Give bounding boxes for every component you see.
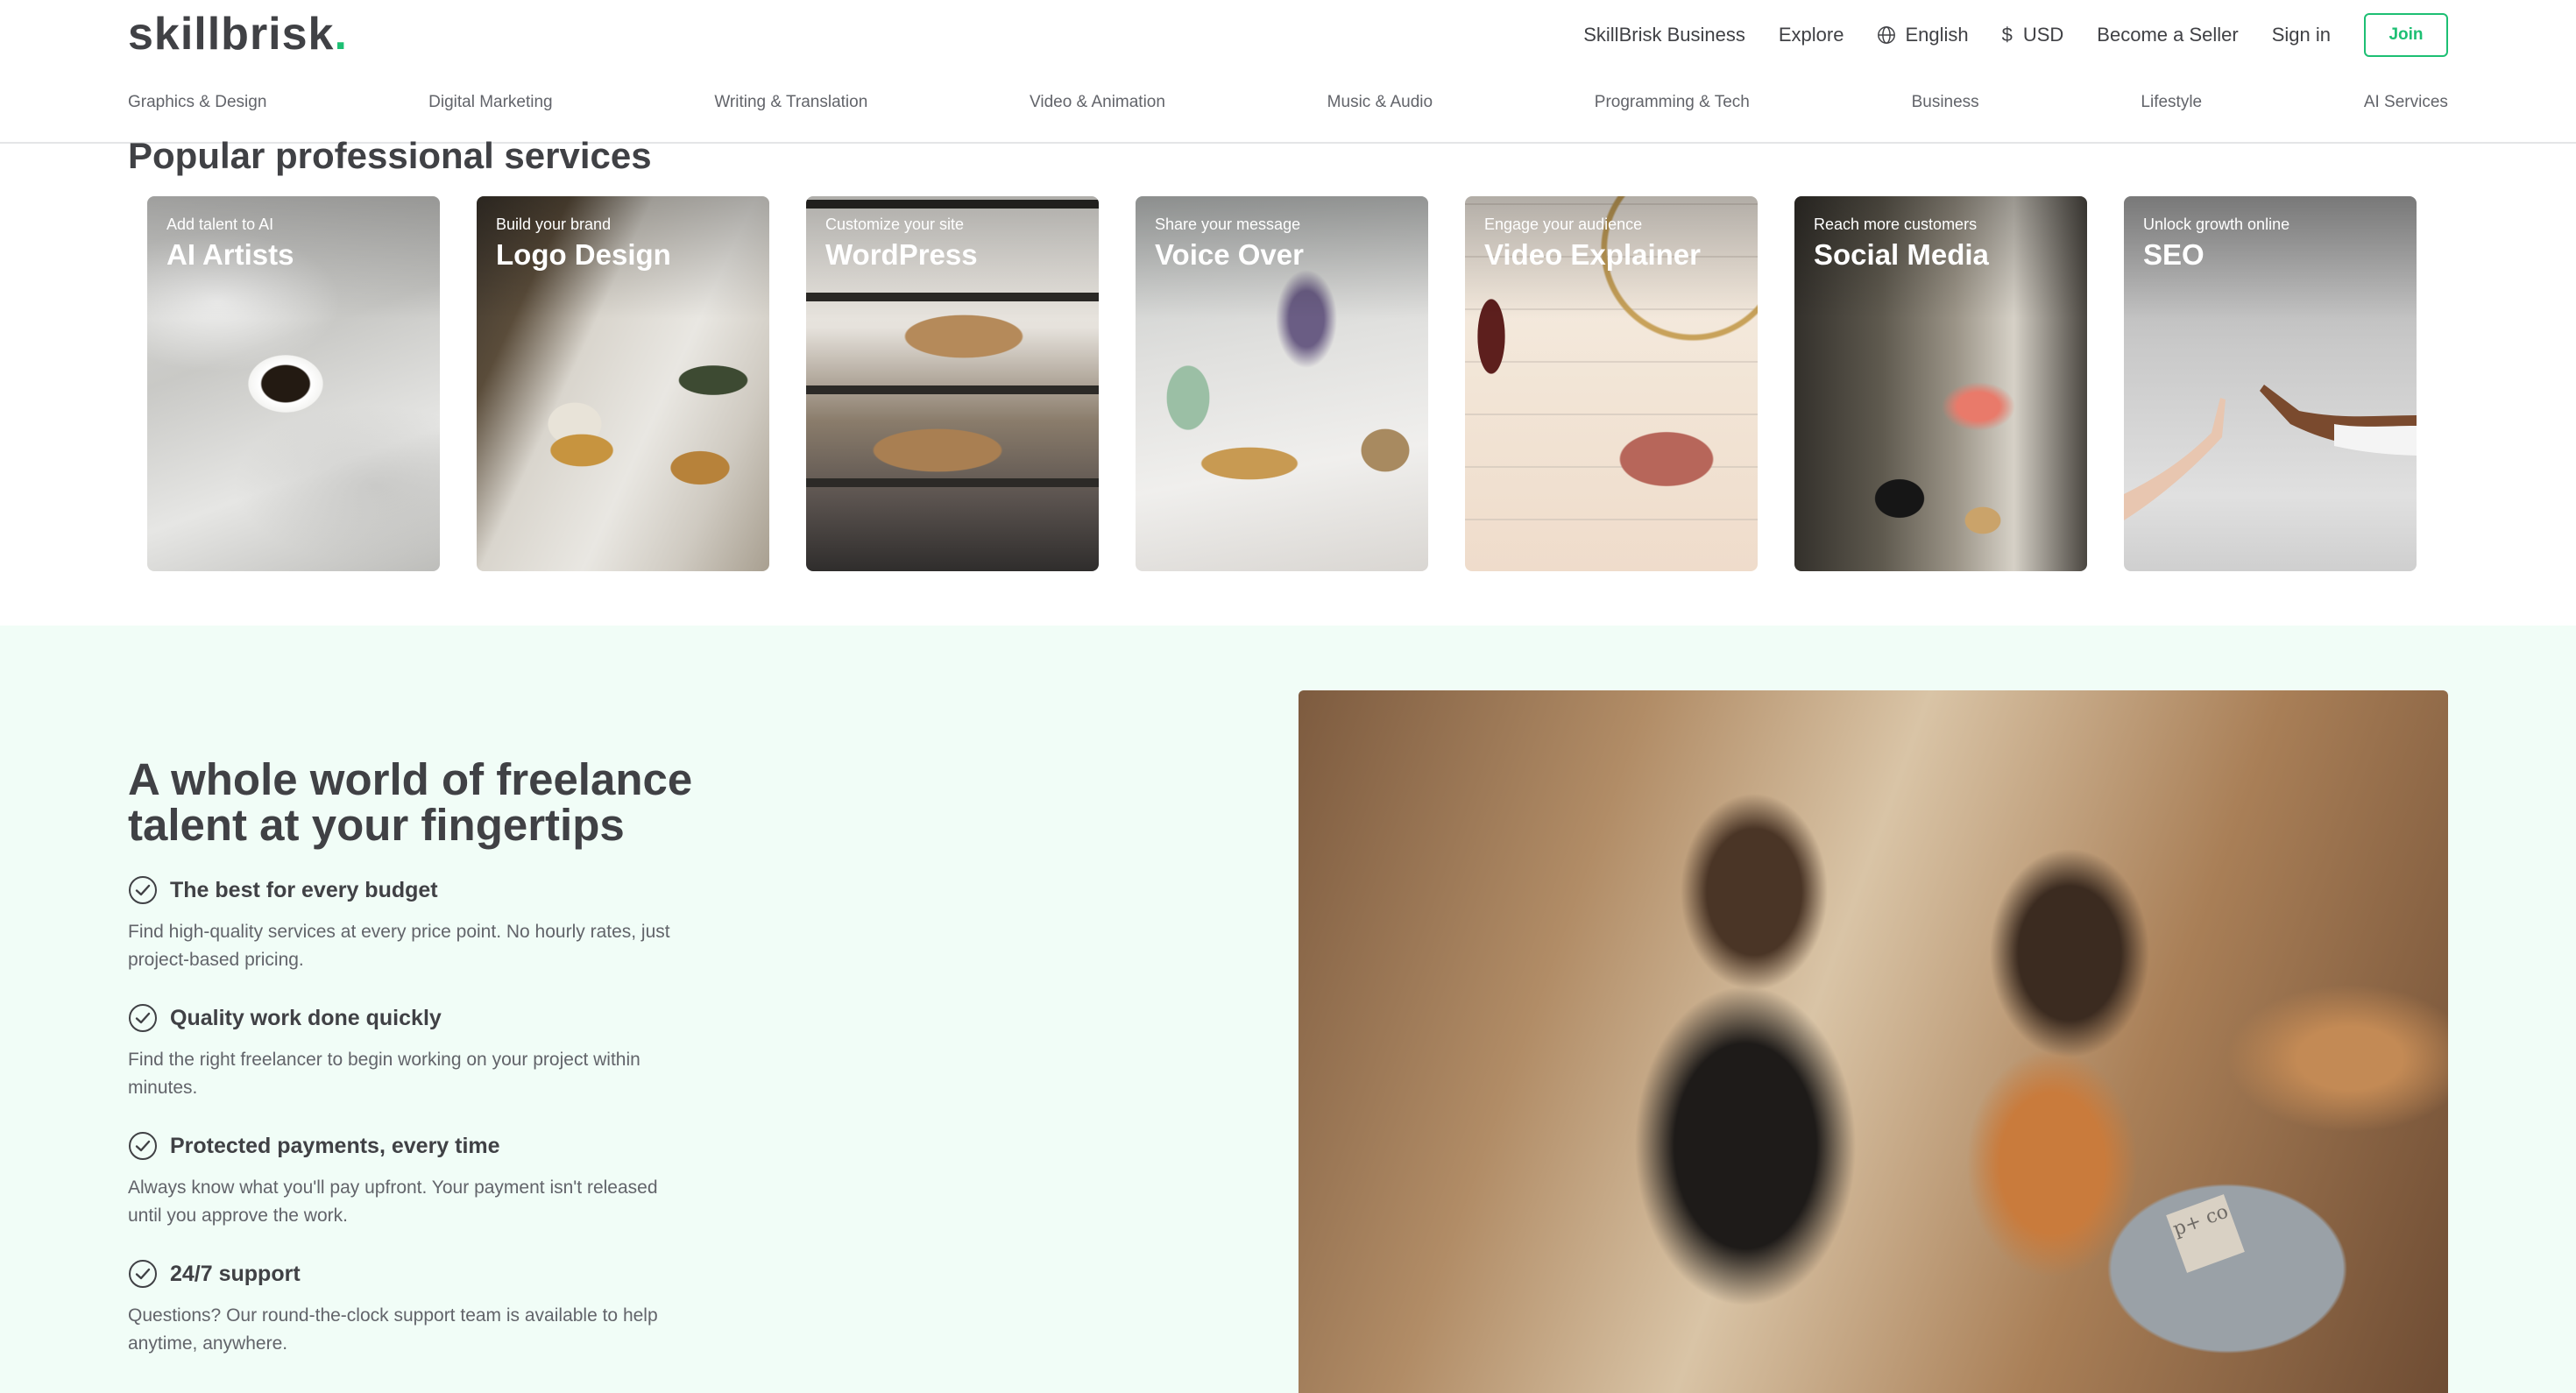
benefits-list: The best for every budget Find high-qual… bbox=[128, 874, 671, 1386]
benefit-description: Questions? Our round-the-clock support t… bbox=[128, 1305, 658, 1354]
benefit-item: Quality work done quickly Find the right… bbox=[128, 1002, 671, 1102]
popular-services-title: Popular professional services bbox=[128, 135, 652, 176]
service-card-voice-over[interactable]: Share your message Voice Over bbox=[1136, 196, 1428, 571]
logo-text: skillbrisk bbox=[128, 9, 335, 60]
card-title: Social Media bbox=[1814, 238, 1989, 271]
card-subtitle: Share your message bbox=[1155, 216, 1301, 233]
category-music-audio[interactable]: Music & Audio bbox=[1327, 93, 1433, 112]
category-graphics-design[interactable]: Graphics & Design bbox=[128, 93, 266, 112]
category-digital-marketing[interactable]: Digital Marketing bbox=[428, 93, 553, 112]
card-title: Logo Design bbox=[496, 238, 671, 271]
top-navigation: SkillBrisk Business Explore English $ US… bbox=[1550, 12, 2448, 58]
check-circle-icon bbox=[129, 1260, 157, 1288]
nav-explore-link[interactable]: Explore bbox=[1779, 24, 1844, 46]
category-programming-tech[interactable]: Programming & Tech bbox=[1595, 93, 1750, 112]
benefit-description: Always know what you'll pay upfront. You… bbox=[128, 1177, 658, 1226]
card-title: WordPress bbox=[825, 238, 978, 271]
service-card-wordpress[interactable]: Customize your site WordPress bbox=[806, 196, 1099, 571]
site-header: skillbrisk. SkillBrisk Business Explore … bbox=[0, 0, 2576, 144]
service-card-video-explainer[interactable]: Engage your audience Video Explainer bbox=[1465, 196, 1758, 571]
nav-business-link[interactable]: SkillBrisk Business bbox=[1583, 24, 1745, 46]
card-subtitle: Build your brand bbox=[496, 216, 612, 233]
card-title: Video Explainer bbox=[1484, 238, 1701, 271]
benefit-description: Find high-quality services at every pric… bbox=[128, 922, 670, 970]
join-button[interactable]: Join bbox=[2364, 13, 2448, 57]
card-title: Voice Over bbox=[1155, 238, 1304, 271]
service-card-social-media[interactable]: Reach more customers Social Media bbox=[1794, 196, 2087, 571]
benefit-description: Find the right freelancer to begin worki… bbox=[128, 1050, 640, 1098]
card-subtitle: Reach more customers bbox=[1814, 216, 1978, 233]
benefits-section: A whole world of freelance talent at you… bbox=[0, 626, 2576, 1393]
freelancers-photo: p+ co bbox=[1299, 690, 2448, 1393]
dollar-icon: $ bbox=[2001, 24, 2013, 46]
category-video-animation[interactable]: Video & Animation bbox=[1030, 93, 1165, 112]
benefit-item: 24/7 support Questions? Our round-the-cl… bbox=[128, 1258, 671, 1358]
category-business[interactable]: Business bbox=[1912, 93, 1979, 112]
card-subtitle: Add talent to AI bbox=[166, 216, 274, 233]
service-card-logo-design[interactable]: Build your brand Logo Design bbox=[477, 196, 769, 571]
card-subtitle: Customize your site bbox=[825, 216, 965, 233]
sign-in-link[interactable]: Sign in bbox=[2272, 24, 2331, 46]
currency-label: USD bbox=[2022, 24, 2064, 46]
category-ai-services[interactable]: AI Services bbox=[2364, 93, 2448, 112]
check-circle-icon bbox=[129, 1132, 157, 1160]
card-title: AI Artists bbox=[166, 238, 294, 271]
category-lifestyle[interactable]: Lifestyle bbox=[2141, 93, 2202, 112]
site-logo[interactable]: skillbrisk. bbox=[128, 5, 348, 63]
card-title: SEO bbox=[2143, 238, 2204, 271]
card-subtitle: Unlock growth online bbox=[2143, 216, 2290, 233]
benefit-item: Protected payments, every time Always kn… bbox=[128, 1130, 671, 1230]
check-circle-icon bbox=[129, 876, 157, 904]
benefits-title: A whole world of freelance talent at you… bbox=[128, 754, 693, 850]
laptop-logo: p+ co bbox=[2166, 1194, 2245, 1273]
benefit-heading: Protected payments, every time bbox=[170, 1133, 500, 1158]
check-circle-icon bbox=[129, 1004, 157, 1032]
benefit-item: The best for every budget Find high-qual… bbox=[128, 874, 671, 974]
benefit-heading: Quality work done quickly bbox=[170, 1005, 442, 1030]
benefit-heading: The best for every budget bbox=[170, 877, 438, 902]
currency-selector[interactable]: $ USD bbox=[2002, 24, 2064, 46]
category-writing-translation[interactable]: Writing & Translation bbox=[714, 93, 867, 112]
language-label: English bbox=[1905, 24, 1969, 46]
benefit-heading: 24/7 support bbox=[170, 1261, 301, 1286]
service-card-ai-artists[interactable]: Add talent to AI AI Artists bbox=[147, 196, 440, 571]
card-subtitle: Engage your audience bbox=[1484, 216, 1643, 233]
globe-icon bbox=[1878, 26, 1896, 44]
category-navigation: Graphics & Design Digital Marketing Writ… bbox=[128, 88, 2448, 117]
logo-dot: . bbox=[334, 9, 348, 60]
language-selector[interactable]: English bbox=[1877, 24, 1969, 46]
become-seller-link[interactable]: Become a Seller bbox=[2097, 24, 2238, 46]
service-cards: Add talent to AI AI Artists Build your b… bbox=[147, 196, 2417, 571]
service-card-seo[interactable]: Unlock growth online SEO bbox=[2124, 196, 2417, 571]
